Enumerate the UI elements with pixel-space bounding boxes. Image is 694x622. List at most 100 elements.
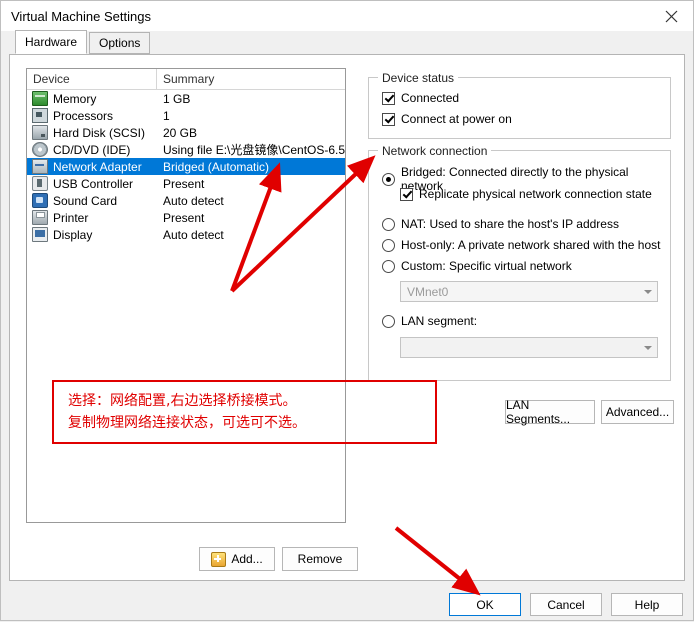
device-list-header: Device Summary bbox=[27, 69, 345, 90]
processor-icon bbox=[32, 108, 48, 123]
radio-lan-segment-label: LAN segment: bbox=[401, 314, 478, 328]
network-connection-group: Network connection Bridged: Connected di… bbox=[368, 144, 671, 381]
summary-cell: Auto detect bbox=[163, 227, 224, 242]
memory-icon bbox=[32, 91, 48, 106]
device-cell: Hard Disk (SCSI) bbox=[27, 125, 157, 140]
device-label: Printer bbox=[53, 210, 89, 225]
device-label: USB Controller bbox=[53, 176, 134, 191]
ok-button[interactable]: OK bbox=[449, 593, 521, 616]
printer-icon bbox=[32, 210, 48, 225]
device-label: Network Adapter bbox=[53, 159, 142, 174]
radio-lan-segment[interactable]: LAN segment: bbox=[382, 314, 477, 328]
checkbox-icon bbox=[400, 187, 413, 201]
usb-icon bbox=[32, 176, 48, 191]
tab-options[interactable]: Options bbox=[89, 32, 151, 54]
remove-button[interactable]: Remove bbox=[282, 547, 358, 571]
checkbox-icon bbox=[382, 112, 395, 126]
advanced-button[interactable]: Advanced... bbox=[601, 400, 674, 424]
device-cell: USB Controller bbox=[27, 176, 157, 191]
device-cell: Printer bbox=[27, 210, 157, 225]
radio-custom[interactable]: Custom: Specific virtual network bbox=[382, 259, 572, 273]
device-status-legend: Device status bbox=[378, 71, 459, 85]
radio-icon bbox=[382, 217, 395, 231]
device-row-hard-disk[interactable]: Hard Disk (SCSI) 20 GB bbox=[27, 124, 345, 141]
soundcard-icon bbox=[32, 193, 48, 208]
summary-cell: 1 bbox=[163, 108, 170, 123]
device-cell: Processors bbox=[27, 108, 157, 123]
display-icon bbox=[32, 227, 48, 242]
summary-cell: Present bbox=[163, 210, 205, 225]
device-status-group: Device status Connected Connect at power… bbox=[368, 71, 671, 139]
close-button[interactable] bbox=[649, 1, 693, 31]
radio-icon bbox=[382, 172, 395, 186]
settings-panel: Device Summary Memory 1 GB Processors 1 bbox=[9, 54, 685, 581]
radio-host-only[interactable]: Host-only: A private network shared with… bbox=[382, 238, 660, 252]
device-cell: Network Adapter bbox=[27, 159, 157, 174]
device-row-memory[interactable]: Memory 1 GB bbox=[27, 90, 345, 107]
column-header-device: Device bbox=[27, 69, 157, 89]
summary-cell: Auto detect bbox=[163, 193, 224, 208]
device-label: Sound Card bbox=[53, 193, 118, 208]
annotation-line-2: 复制物理网络连接状态，可选可不选。 bbox=[68, 415, 306, 431]
network-connection-legend: Network connection bbox=[378, 144, 492, 158]
title-bar: Virtual Machine Settings bbox=[1, 1, 693, 31]
device-label: CD/DVD (IDE) bbox=[53, 142, 131, 157]
custom-network-value: VMnet0 bbox=[407, 284, 449, 299]
harddisk-icon bbox=[32, 125, 48, 140]
window-title: Virtual Machine Settings bbox=[11, 8, 151, 24]
checkbox-replicate-label: Replicate physical network connection st… bbox=[419, 187, 652, 201]
summary-cell: Present bbox=[163, 176, 205, 191]
device-row-printer[interactable]: Printer Present bbox=[27, 209, 345, 226]
tab-hardware[interactable]: Hardware bbox=[15, 30, 88, 54]
device-cell: Display bbox=[27, 227, 157, 242]
radio-icon bbox=[382, 259, 395, 273]
device-label: Memory bbox=[53, 91, 97, 106]
device-cell: Memory bbox=[27, 91, 157, 106]
device-row-sound-card[interactable]: Sound Card Auto detect bbox=[27, 192, 345, 209]
radio-host-only-label: Host-only: A private network shared with… bbox=[401, 238, 661, 252]
checkbox-icon bbox=[382, 91, 395, 105]
close-icon bbox=[665, 10, 677, 22]
help-button[interactable]: Help bbox=[611, 593, 683, 616]
annotation-line-1: 选择：网络配置,右边选择桥接模式。 bbox=[68, 393, 297, 409]
column-header-summary: Summary bbox=[163, 72, 215, 86]
network-icon bbox=[32, 159, 48, 174]
summary-cell: 1 GB bbox=[163, 91, 191, 106]
checkbox-connect-at-power-on-label: Connect at power on bbox=[401, 112, 512, 126]
virtual-machine-settings-window: Virtual Machine Settings Hardware Option… bbox=[0, 0, 694, 621]
add-icon bbox=[211, 551, 227, 567]
device-row-network-adapter[interactable]: Network Adapter Bridged (Automatic) bbox=[27, 158, 345, 175]
summary-cell: 20 GB bbox=[163, 125, 198, 140]
cancel-button[interactable]: Cancel bbox=[530, 593, 602, 616]
device-list[interactable]: Device Summary Memory 1 GB Processors 1 bbox=[26, 68, 346, 523]
radio-nat[interactable]: NAT: Used to share the host's IP address bbox=[382, 217, 619, 231]
device-row-processors[interactable]: Processors 1 bbox=[27, 107, 345, 124]
checkbox-connected-label: Connected bbox=[401, 91, 460, 105]
annotation-note: 选择：网络配置,右边选择桥接模式。 复制物理网络连接状态，可选可不选。 bbox=[52, 380, 437, 444]
device-row-display[interactable]: Display Auto detect bbox=[27, 226, 345, 243]
radio-nat-label: NAT: Used to share the host's IP address bbox=[401, 217, 619, 231]
checkbox-connect-at-power-on[interactable]: Connect at power on bbox=[382, 112, 512, 126]
summary-cell: Using file E:\光盘镜像\CentOS-6.5-... bbox=[163, 143, 345, 157]
device-cell: Sound Card bbox=[27, 193, 157, 208]
tab-strip: Hardware Options bbox=[15, 30, 152, 54]
lan-segments-button[interactable]: LAN Segments... bbox=[505, 398, 595, 426]
add-button[interactable]: Add... bbox=[199, 547, 275, 571]
radio-icon bbox=[382, 238, 395, 252]
device-label: Processors bbox=[53, 108, 114, 123]
device-cell: CD/DVD (IDE) bbox=[27, 142, 157, 157]
device-label: Hard Disk (SCSI) bbox=[53, 125, 146, 140]
lan-segment-combobox[interactable] bbox=[400, 337, 658, 358]
checkbox-replicate-physical-network-state[interactable]: Replicate physical network connection st… bbox=[400, 187, 652, 201]
custom-network-combobox[interactable]: VMnet0 bbox=[400, 281, 658, 302]
chevron-down-icon bbox=[639, 282, 656, 301]
summary-cell: Bridged (Automatic) bbox=[163, 159, 270, 174]
checkbox-connected[interactable]: Connected bbox=[382, 91, 459, 105]
cddvd-icon bbox=[32, 142, 48, 157]
device-row-cd-dvd[interactable]: CD/DVD (IDE) Using file E:\光盘镜像\CentOS-6… bbox=[27, 141, 345, 158]
device-label: Display bbox=[53, 227, 93, 242]
radio-icon bbox=[382, 314, 395, 328]
chevron-down-icon bbox=[639, 338, 656, 357]
add-button-label: Add... bbox=[231, 552, 263, 566]
device-row-usb-controller[interactable]: USB Controller Present bbox=[27, 175, 345, 192]
